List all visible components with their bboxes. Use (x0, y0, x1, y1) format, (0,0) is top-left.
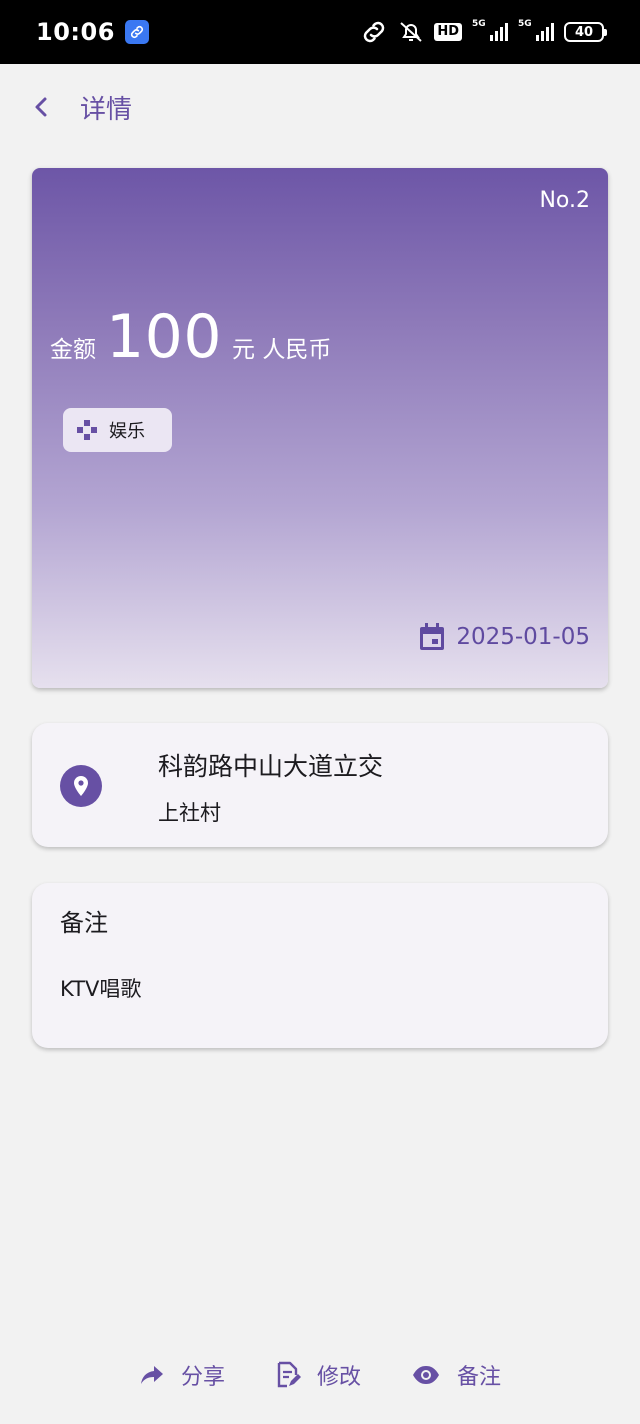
share-icon (140, 1366, 163, 1384)
note-card: 备注 KTV唱歌 (32, 883, 608, 1048)
page-title: 详情 (80, 94, 133, 125)
amount-row: 金额 100 元 人民币 (50, 302, 331, 372)
edit-button[interactable]: 修改 (275, 1359, 361, 1391)
signal-strength-icon-2: 5G (518, 19, 554, 41)
status-icons: HD 5G 5G 40 (360, 19, 607, 44)
edit-label: 修改 (316, 1365, 361, 1390)
status-bar: 10:06 HD 5G 5G 40 (0, 0, 640, 64)
back-button[interactable] (26, 92, 56, 122)
location-card[interactable]: 科韵路中山大道立交 上社村 (32, 723, 608, 847)
signal-strength-icon: 5G (472, 19, 508, 41)
amount-unit: 元 人民币 (232, 337, 332, 363)
location-pin-icon (60, 765, 102, 807)
app-bar: 详情 (0, 64, 640, 150)
share-label: 分享 (180, 1365, 225, 1390)
category-label: 娱乐 (109, 421, 145, 442)
date-text: 2025-01-05 (456, 624, 590, 650)
edit-note-icon (277, 1361, 301, 1388)
location-sub: 上社村 (158, 801, 221, 825)
location-main: 科韵路中山大道立交 (158, 752, 384, 781)
calendar-icon (420, 623, 445, 650)
link-icon (360, 20, 388, 44)
battery-indicator: 40 (564, 22, 607, 42)
category-chip[interactable]: 娱乐 (63, 408, 172, 452)
status-time: 10:06 (36, 18, 115, 46)
amount-label: 金额 (50, 337, 96, 363)
note-label: 备注 (457, 1365, 502, 1390)
bottom-actions: 分享 修改 备注 (0, 1352, 640, 1398)
hd-badge: HD (434, 23, 462, 41)
note-body: KTV唱歌 (60, 977, 142, 1001)
note-title: 备注 (60, 909, 108, 937)
link-app-icon (124, 20, 149, 44)
amount-card: No.2 金额 100 元 人民币 娱乐 2025-01-05 (32, 168, 608, 688)
eye-icon (413, 1366, 439, 1384)
record-number: No.2 (539, 188, 590, 213)
note-button[interactable]: 备注 (411, 1359, 501, 1391)
mute-bell-icon (398, 20, 424, 44)
share-button[interactable]: 分享 (139, 1359, 225, 1391)
date-row: 2025-01-05 (418, 622, 590, 652)
amount-value: 100 (106, 302, 223, 372)
chevron-left-icon (35, 97, 47, 117)
gamepad-icon (77, 420, 97, 440)
